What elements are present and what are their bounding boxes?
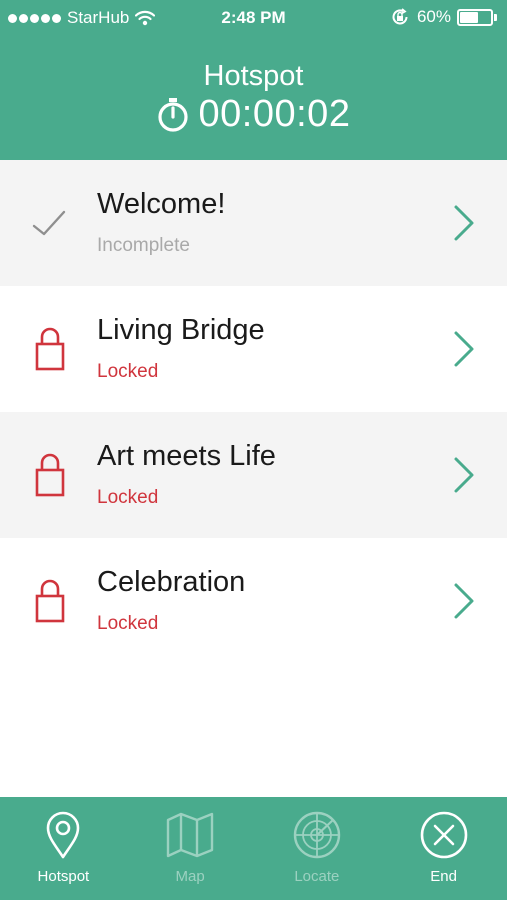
header: StarHub 2:48 PM 60% Hotspot 00:00:02: [0, 0, 507, 160]
timer: 00:00:02: [0, 93, 507, 136]
list-item-status: Incomplete: [97, 235, 190, 256]
page-title: Hotspot: [203, 60, 304, 92]
radar-icon: [293, 811, 341, 859]
close-circle-icon: [420, 811, 467, 859]
lock-icon: [35, 327, 65, 371]
tab-bar: Hotspot Map Locate End: [0, 797, 507, 900]
battery-fill: [460, 11, 478, 23]
rotation-lock-icon: [392, 8, 408, 25]
list-item-status: Locked: [97, 613, 159, 634]
list-item-status: Locked: [97, 361, 159, 382]
lock-icon: [35, 579, 65, 623]
tab-label: Map: [175, 868, 205, 885]
tab-locate[interactable]: Locate: [254, 797, 381, 900]
list-item[interactable]: Living Bridge Locked: [0, 286, 507, 412]
list-item[interactable]: Art meets Life Locked: [0, 412, 507, 538]
battery-tip: [494, 13, 497, 21]
timer-value: 00:00:02: [198, 93, 351, 135]
tab-map[interactable]: Map: [127, 797, 254, 900]
tab-end[interactable]: End: [380, 797, 507, 900]
stopwatch-icon: [157, 97, 188, 132]
list-item-title: Art meets Life: [97, 440, 276, 472]
list-item[interactable]: Celebration Locked: [0, 538, 507, 664]
check-icon: [32, 210, 66, 236]
lock-icon: [35, 453, 65, 497]
status-right: 60%: [391, 7, 497, 27]
tab-label: Hotspot: [37, 868, 90, 885]
list-item-title: Celebration: [97, 566, 246, 598]
chevron-right-icon: [454, 331, 474, 367]
battery-body: [457, 8, 493, 26]
location-pin-icon: [47, 811, 80, 859]
status-bar: StarHub 2:48 PM 60%: [0, 0, 507, 36]
list-item-title: Living Bridge: [97, 314, 265, 346]
chevron-right-icon: [454, 457, 474, 493]
list-item-status: Locked: [97, 487, 159, 508]
map-icon: [166, 812, 214, 858]
tab-label: End: [430, 868, 457, 885]
tab-label: Locate: [294, 868, 340, 885]
hotspot-list: Welcome! Incomplete Living Bridge Locked…: [0, 160, 507, 664]
battery-icon: [457, 8, 497, 26]
chevron-right-icon: [454, 583, 474, 619]
list-item[interactable]: Welcome! Incomplete: [0, 160, 507, 286]
tab-hotspot[interactable]: Hotspot: [0, 797, 127, 900]
chevron-right-icon: [454, 205, 474, 241]
list-item-title: Welcome!: [97, 188, 226, 220]
battery-percent: 60%: [416, 7, 451, 26]
